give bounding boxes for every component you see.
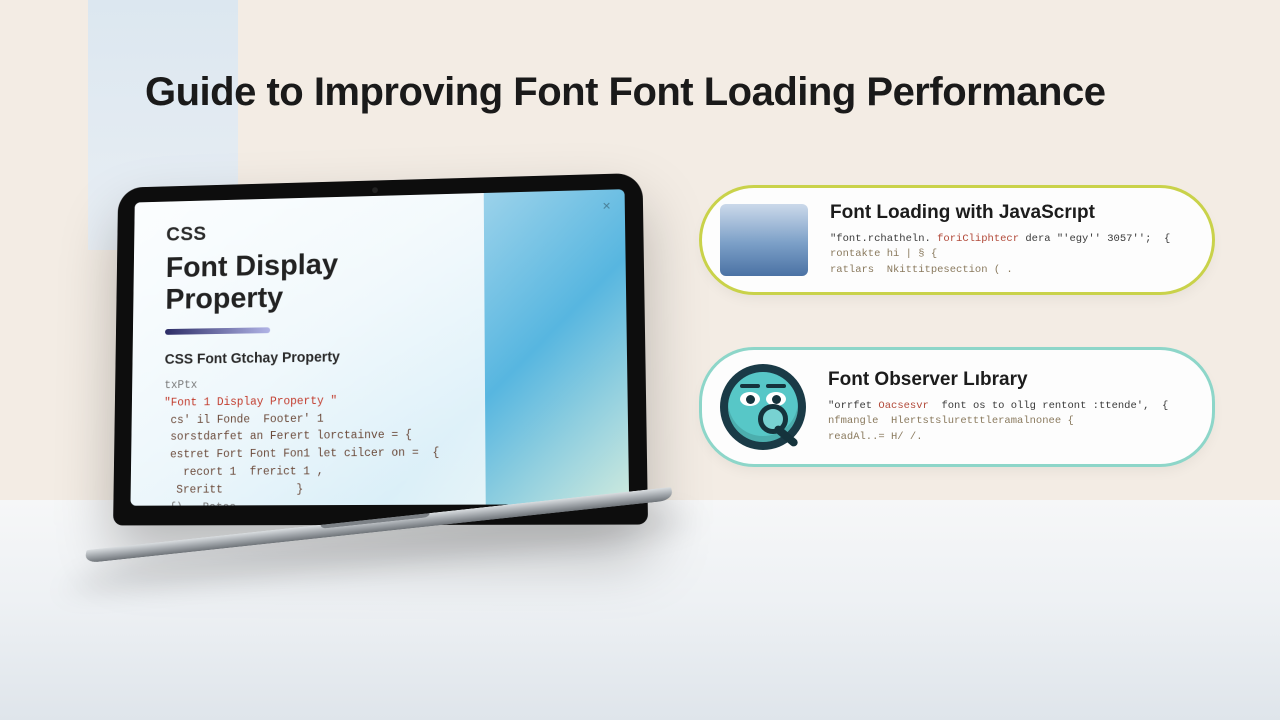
code-l1a: "Font 1 xyxy=(164,396,217,409)
pupil-right xyxy=(772,395,781,404)
screen-content-panel: CSS Font Display Property CSS Font Gtcha… xyxy=(130,193,485,506)
code-l6: Sreritt } xyxy=(163,483,303,496)
c2-l2: nfmangle Hlertstsluretttleramalnonee { xyxy=(828,415,1074,427)
eye-left xyxy=(740,392,760,406)
brow-right xyxy=(766,384,786,388)
c2-l1c: font os to ollg rentont :ttende', { xyxy=(929,400,1168,412)
laptop-lid: × CSS Font Display Property CSS Font Gtc… xyxy=(113,173,648,526)
observer-icon xyxy=(720,364,806,450)
page-title: Guide to Improving Font Font Loading Per… xyxy=(145,70,1105,115)
c2-l1a: "orrfet xyxy=(828,400,878,412)
code-l4: estret Fort Font Fon1 let cilcer on = { xyxy=(163,447,439,462)
card1-thumbnail xyxy=(720,204,808,276)
code-l7: {) Bates. xyxy=(163,501,243,506)
c2-l3: readAl..= H/ /. xyxy=(828,431,923,443)
screen-subheading: CSS Font Gtchay Property xyxy=(165,348,459,368)
screen-tag: CSS xyxy=(166,217,458,246)
card2-code: "orrfet Oacsesvr font os to ollg rentont… xyxy=(828,399,1186,445)
code-l5: recort 1 frerict 1 , xyxy=(163,465,323,479)
card-font-loading-js: Font Loading with JavaScrıpt "font.rchat… xyxy=(702,188,1212,292)
brow-left xyxy=(740,384,760,388)
code-l1b: Display Property xyxy=(217,395,324,409)
code-l2: cs' il Fonde Footer' 1 xyxy=(164,412,324,426)
c1-l1c: dera "'egy'' 3057''; { xyxy=(1019,233,1170,245)
laptop-illustration: × CSS Font Display Property CSS Font Gtc… xyxy=(80,175,670,539)
camera-dot xyxy=(372,187,378,193)
magnifier-handle-icon xyxy=(773,424,800,448)
close-icon: × xyxy=(602,197,610,213)
c1-l1a: "font.rchatheln. xyxy=(830,233,937,245)
card1-code: "font.rchatheln. foriCliphtecr dera "'eg… xyxy=(830,232,1186,278)
pupil-left xyxy=(746,395,755,404)
screen-heading-line2: Property xyxy=(165,281,283,315)
card2-body: Font Observer Lıbrary "orrfet Oacsesvr f… xyxy=(828,369,1186,445)
code-l3: sorstdarfet an Ferert lorctainve = { xyxy=(164,429,412,444)
cards-column: Font Loading with JavaScrıpt "font.rchat… xyxy=(702,188,1212,464)
heading-underline xyxy=(165,327,270,335)
observer-face xyxy=(728,372,798,442)
screen-heading: Font Display Property xyxy=(165,245,458,315)
laptop-screen: × CSS Font Display Property CSS Font Gtc… xyxy=(130,189,629,506)
c1-l2: rontakte hi | § { xyxy=(830,248,937,260)
card1-body: Font Loading with JavaScrıpt "font.rchat… xyxy=(830,202,1186,278)
screen-heading-line1: Font Display xyxy=(166,248,338,284)
card-font-observer: Font Observer Lıbrary "orrfet Oacsesvr f… xyxy=(702,350,1212,464)
card1-title: Font Loading with JavaScrıpt xyxy=(830,202,1186,224)
c1-l1b: foriCliphtecr xyxy=(937,233,1019,245)
c1-l3: ratlars Nkittitpesection ( . xyxy=(830,264,1013,276)
c2-l1b: Oacsesvr xyxy=(878,400,928,412)
screen-code-block: txPtx "Font 1 Display Property " cs' il … xyxy=(163,374,460,506)
card2-title: Font Observer Lıbrary xyxy=(828,369,1186,391)
code-l1c: " xyxy=(324,395,338,408)
